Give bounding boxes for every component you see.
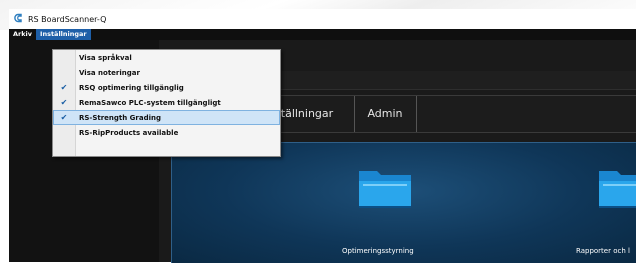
menu-item-rs-strength-grading[interactable]: ✔ RS-Strength Grading: [53, 110, 280, 125]
menu-item-rs-ripproducts[interactable]: RS-RipProducts available: [53, 125, 280, 140]
tab-admin[interactable]: Admin: [359, 96, 411, 132]
settings-dropdown-menu: Visa språkval Visa noteringar ✔ RSQ opti…: [52, 49, 281, 157]
checkmark-icon: ✔: [60, 98, 68, 107]
menu-item-label: Visa språkval: [79, 53, 132, 62]
menu-item-rsq-optimering[interactable]: ✔ RSQ optimering tillgänglig: [53, 80, 280, 95]
menu-item-visa-noteringar[interactable]: Visa noteringar: [53, 65, 280, 80]
menu-item-label: RSQ optimering tillgänglig: [79, 83, 184, 92]
content-panel: Optimeringsstyrning Rapporter och l: [171, 142, 636, 263]
rs-logo-icon: ᕳ: [13, 12, 23, 25]
folder-icon[interactable]: [357, 165, 413, 209]
tab-separator: [354, 96, 355, 132]
checkmark-icon: ✔: [60, 113, 68, 122]
folder-icon[interactable]: [597, 165, 636, 209]
menu-item-visa-sprakval[interactable]: Visa språkval: [53, 50, 280, 65]
menu-arkiv[interactable]: Arkiv: [9, 29, 36, 40]
window-title: RS BoardScanner-Q: [28, 14, 107, 24]
tab-separator: [416, 96, 417, 132]
title-bar: ᕳ RS BoardScanner-Q: [9, 9, 636, 29]
menu-item-label: RS-Strength Grading: [79, 113, 162, 122]
menu-item-label: RS-RipProducts available: [79, 128, 179, 137]
menu-bar: Arkiv Inställningar: [9, 29, 636, 40]
menu-item-remasawco-plc[interactable]: ✔ RemaSawco PLC-system tillgängligt: [53, 95, 280, 110]
tile-label-optimeringsstyrning[interactable]: Optimeringsstyrning: [342, 247, 414, 255]
tile-label-rapporter[interactable]: Rapporter och l: [576, 247, 630, 255]
menu-installningar[interactable]: Inställningar: [36, 29, 91, 40]
app-window: ᕳ RS BoardScanner-Q Arkiv Inställningar …: [9, 9, 636, 263]
menu-item-label: RemaSawco PLC-system tillgängligt: [79, 98, 221, 107]
checkmark-icon: ✔: [60, 83, 68, 92]
menu-item-label: Visa noteringar: [79, 68, 140, 77]
